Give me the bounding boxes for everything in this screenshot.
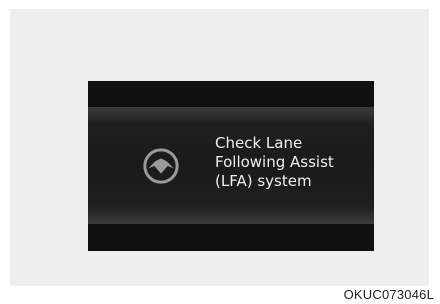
- message-line-1: Check Lane: [215, 134, 303, 152]
- cluster-display: Check Lane Following Assist (LFA) system: [88, 81, 374, 251]
- illustration-frame: Check Lane Following Assist (LFA) system: [10, 9, 429, 286]
- display-top-band: [88, 81, 374, 108]
- warning-message: Check Lane Following Assist (LFA) system: [215, 134, 365, 191]
- display-bottom-band: [88, 223, 374, 251]
- warning-message-panel: Check Lane Following Assist (LFA) system: [88, 108, 374, 223]
- message-line-3: (LFA) system: [215, 172, 312, 190]
- figure-reference-code: OKUC073046L: [343, 287, 434, 302]
- lfa-steering-wheel-icon: [143, 148, 179, 184]
- message-line-2: Following Assist: [215, 153, 334, 171]
